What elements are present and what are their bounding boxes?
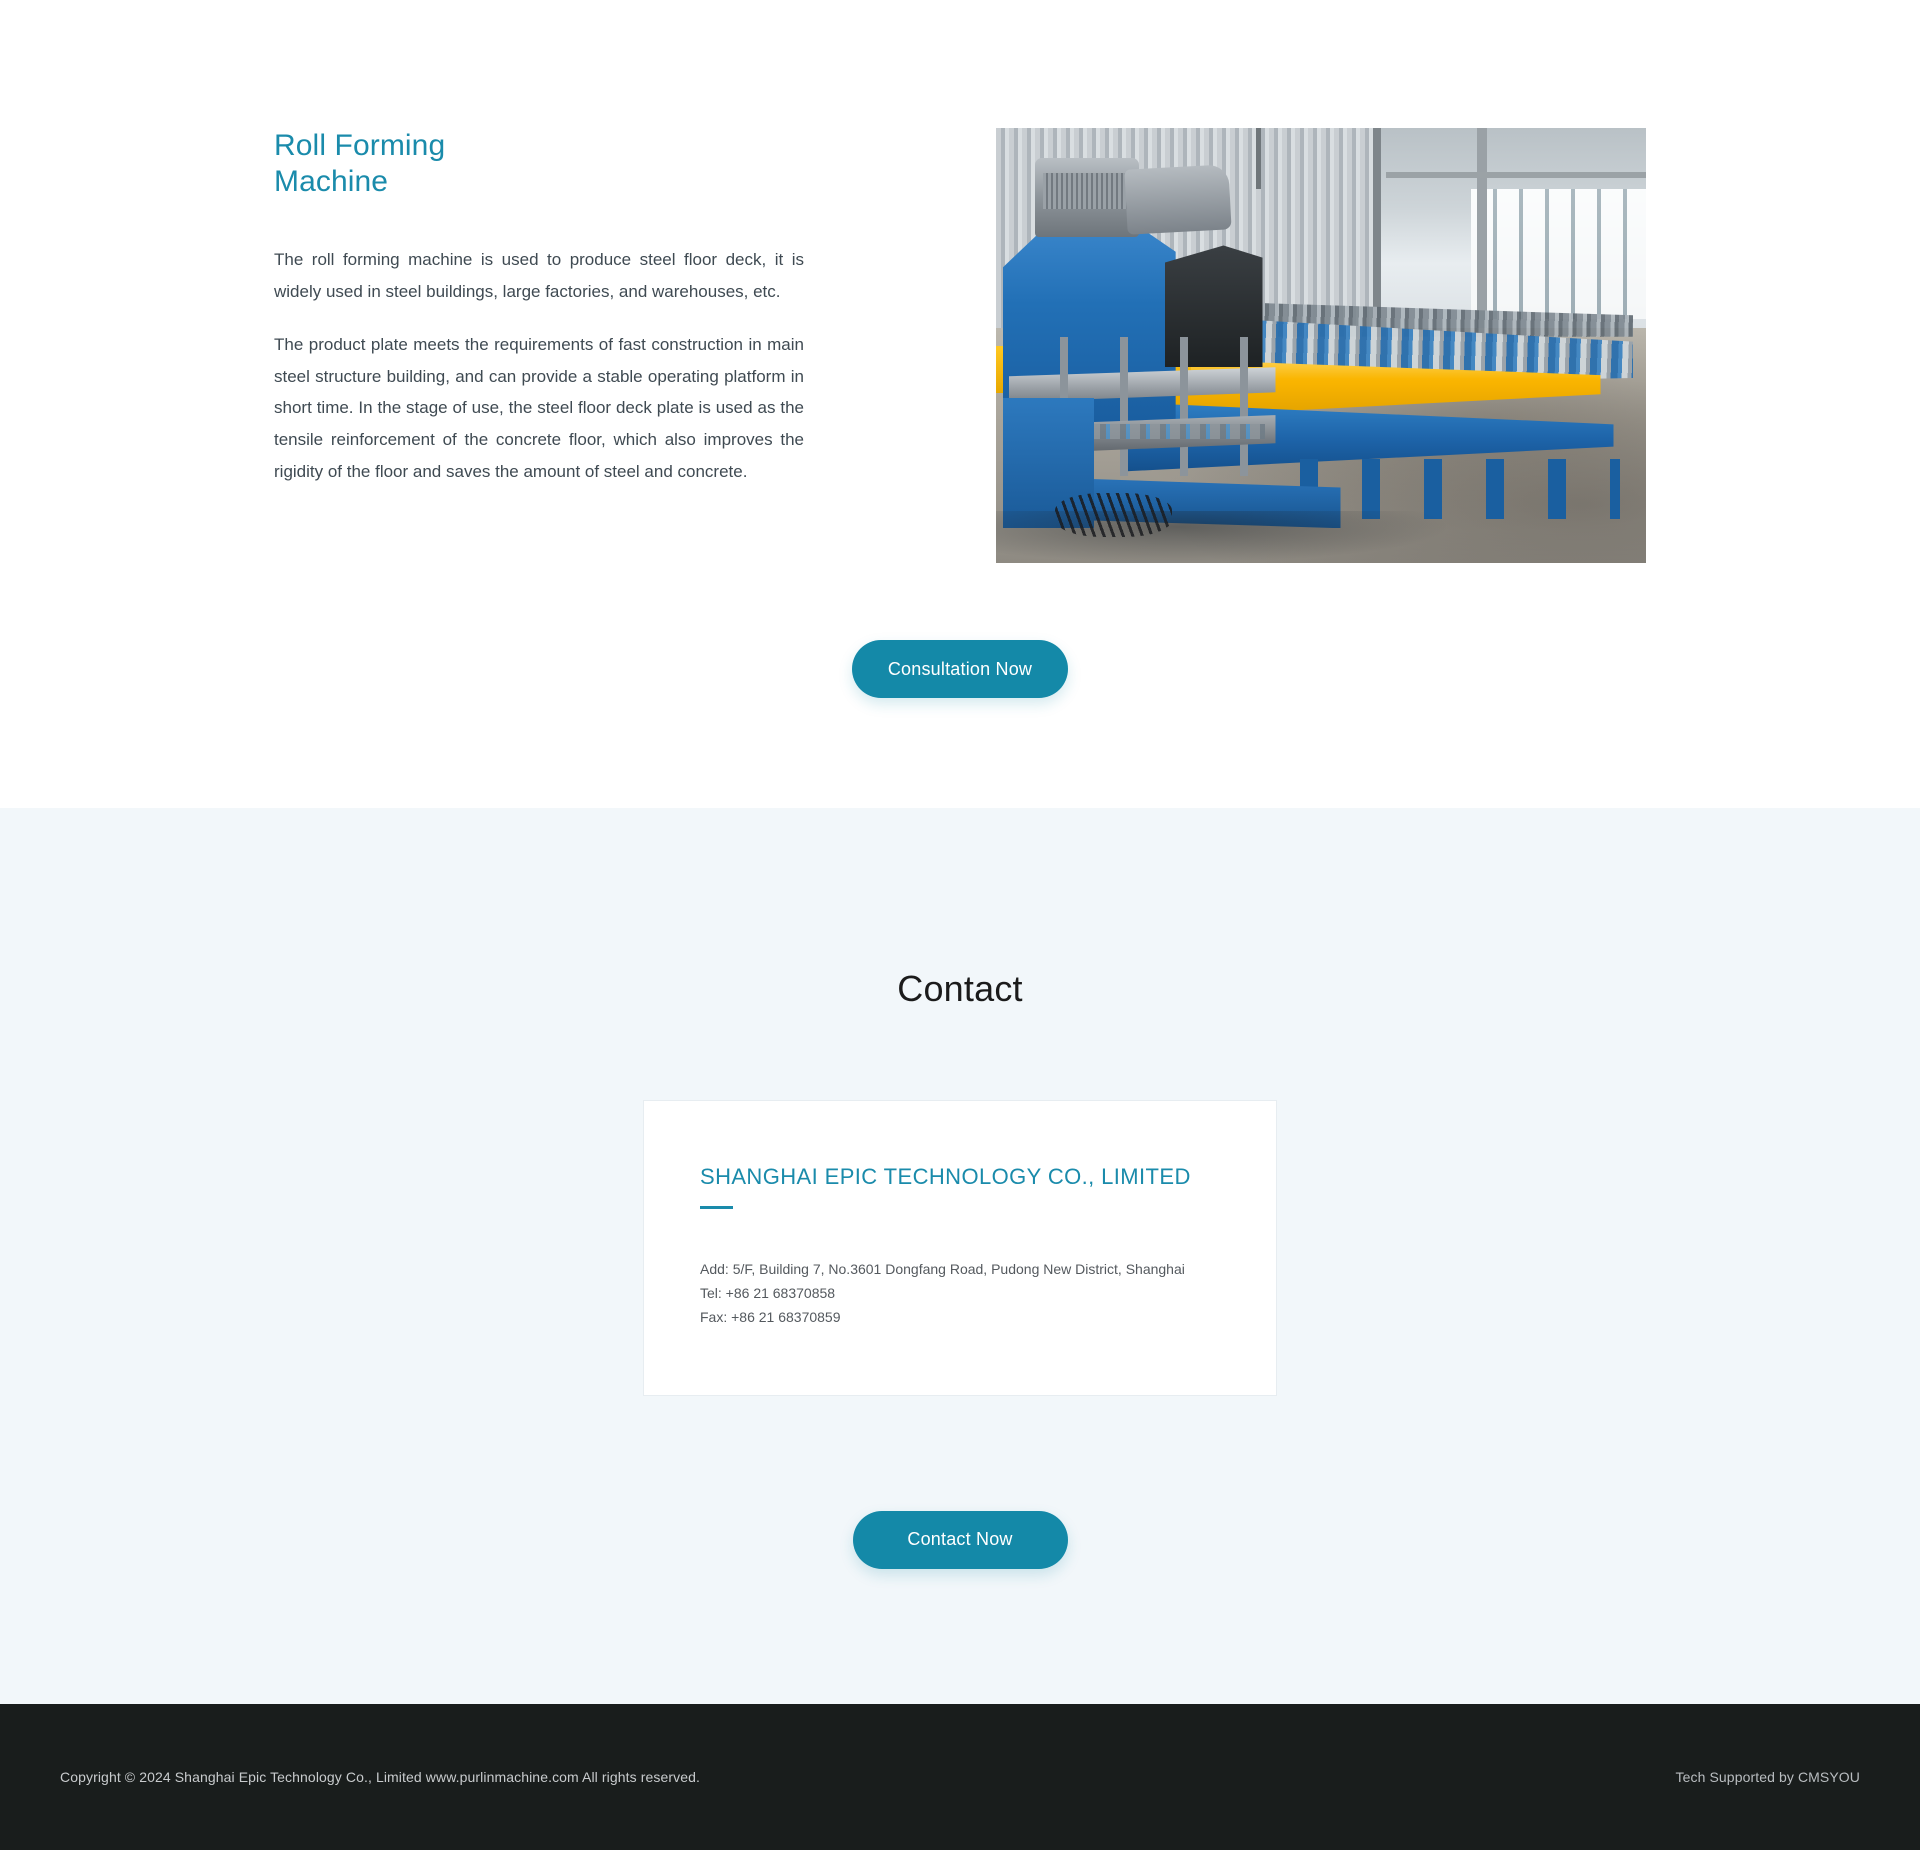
- product-paragraph-1: The roll forming machine is used to prod…: [274, 250, 804, 301]
- company-name: SHANGHAI EPIC TECHNOLOGY CO., LIMITED: [700, 1164, 1191, 1189]
- consultation-now-button[interactable]: Consultation Now: [851, 640, 1069, 698]
- contact-tel: Tel: +86 21 68370858: [700, 1284, 836, 1301]
- product-text-column: Roll Forming Machine The roll forming ma…: [0, 128, 804, 487]
- site-footer: Copyright © 2024 Shanghai Epic Technolog…: [0, 1703, 1920, 1850]
- product-section: Roll Forming Machine The roll forming ma…: [0, 0, 1920, 563]
- contact-section: Contact SHANGHAI EPIC TECHNOLOGY CO., LI…: [0, 808, 1920, 1704]
- product-image: [996, 128, 1646, 563]
- page-title: Roll Forming Machine: [274, 129, 446, 198]
- contact-details: Add: 5/F, Building 7, No.3601 Dongfang R…: [700, 1257, 1220, 1329]
- roll-forming-machine-photo: [996, 128, 1646, 563]
- product-inner: Roll Forming Machine The roll forming ma…: [274, 128, 1646, 563]
- contact-heading: Contact: [897, 968, 1023, 1009]
- contact-address: Add: 5/F, Building 7, No.3601 Dongfang R…: [700, 1260, 1185, 1277]
- footer-inner: Copyright © 2024 Shanghai Epic Technolog…: [0, 1769, 1920, 1785]
- footer-tech-support[interactable]: Tech Supported by CMSYOU: [1676, 1769, 1860, 1785]
- machine-motor: [1035, 158, 1139, 237]
- roof-beam: [1386, 171, 1646, 178]
- contact-card: SHANGHAI EPIC TECHNOLOGY CO., LIMITED Ad…: [643, 1100, 1277, 1396]
- machine-shadow: [996, 510, 1451, 563]
- page-root: Roll Forming Machine The roll forming ma…: [0, 0, 1920, 1850]
- product-paragraph-2: The product plate meets the requirements…: [274, 335, 804, 481]
- contact-fax: Fax: +86 21 68370859: [700, 1308, 841, 1325]
- machine-gearbox: [1124, 164, 1232, 236]
- factory-windows: [1470, 188, 1646, 320]
- consultation-cta-wrap: Consultation Now: [0, 563, 1920, 808]
- accent-rule: [700, 1205, 733, 1209]
- contact-cta-wrap: Contact Now: [0, 1510, 1920, 1569]
- roof-beam: [1256, 128, 1261, 189]
- footer-copyright: Copyright © 2024 Shanghai Epic Technolog…: [60, 1768, 700, 1785]
- contact-now-button[interactable]: Contact Now: [852, 1510, 1068, 1569]
